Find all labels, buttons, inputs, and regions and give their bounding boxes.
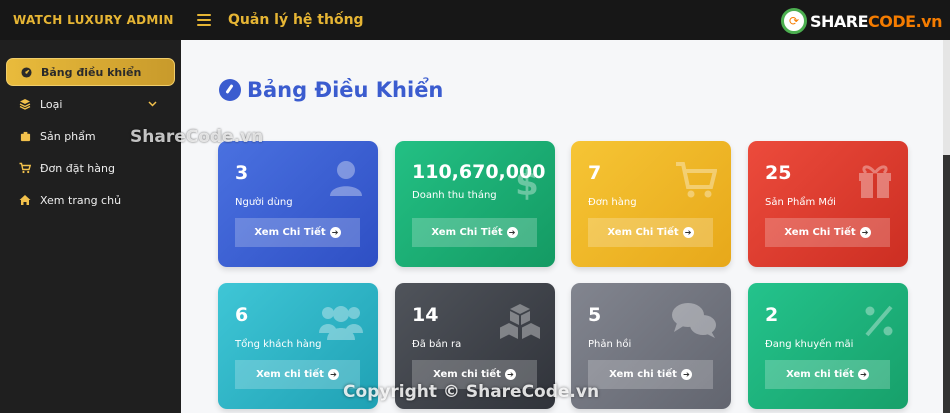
view-details-button[interactable]: Xem Chi Tiết ➔ <box>235 218 360 247</box>
layers-icon <box>19 98 31 110</box>
arrow-right-icon: ➔ <box>506 227 518 238</box>
watermark-text: ShareCode.vn <box>130 127 264 147</box>
menu-toggle-icon[interactable] <box>197 14 211 26</box>
header-title: Quản lý hệ thống <box>228 12 364 28</box>
arrow-right-icon: ➔ <box>857 369 869 380</box>
stat-label: Doanh thu tháng <box>412 190 497 201</box>
cart-icon <box>19 162 31 174</box>
gift-icon <box>859 165 891 198</box>
stat-label: Đang khuyến mãi <box>765 339 854 350</box>
users-icon <box>319 306 363 340</box>
view-details-button[interactable]: Xem chi tiết ➔ <box>765 360 890 389</box>
view-details-button[interactable]: Xem Chi Tiết ➔ <box>412 218 537 247</box>
svg-text:$: $ <box>515 164 539 201</box>
arrow-right-icon: ➔ <box>682 227 694 238</box>
arrow-right-icon: ➔ <box>680 369 692 380</box>
stat-card-orders: 7 Đơn hàng Xem Chi Tiết ➔ <box>571 141 731 267</box>
box-icon <box>19 130 31 142</box>
brand-title[interactable]: WATCH LUXURY ADMIN <box>0 0 181 40</box>
scrollbar[interactable] <box>943 40 950 413</box>
stat-label: Người dùng <box>235 197 293 208</box>
dashboard-gauge-icon <box>219 79 241 101</box>
comments-icon <box>672 303 716 338</box>
stat-card-revenue: 110,670,000 Doanh thu tháng $ Xem Chi Ti… <box>395 141 555 267</box>
stat-label: Đã bán ra <box>412 339 462 350</box>
sidebar-item-dashboard[interactable]: Bảng điều khiển <box>6 58 175 86</box>
stat-value: 7 <box>588 162 602 184</box>
top-bar: WATCH LUXURY ADMIN Quản lý hệ thống ⟳ SH… <box>0 0 950 40</box>
stat-value: 5 <box>588 304 602 326</box>
stat-value: 6 <box>235 304 249 326</box>
cart-icon <box>676 162 717 198</box>
arrow-right-icon: ➔ <box>859 227 871 238</box>
sidebar-item-home[interactable]: Xem trang chủ <box>6 186 175 214</box>
view-details-button[interactable]: Xem chi tiết ➔ <box>235 360 360 389</box>
arrow-right-icon: ➔ <box>327 369 339 380</box>
home-icon <box>19 194 31 206</box>
stat-label: Phản hồi <box>588 339 632 350</box>
page-title: Bảng Điều Khiển <box>219 78 443 102</box>
logo-mark-icon: ⟳ <box>781 8 807 34</box>
sidebar-item-orders[interactable]: Đơn đặt hàng <box>6 154 175 182</box>
page-title-text: Bảng Điều Khiển <box>247 78 444 102</box>
sidebar-item-category[interactable]: Loại <box>6 90 175 118</box>
view-details-button[interactable]: Xem chi tiết ➔ <box>588 360 713 389</box>
sidebar-item-label: Bảng điều khiển <box>41 65 142 79</box>
arrow-right-icon: ➔ <box>329 227 341 238</box>
percent-icon <box>865 305 893 337</box>
chevron-down-icon[interactable] <box>148 99 157 110</box>
stat-card-promotions: 2 Đang khuyến mãi Xem chi tiết ➔ <box>748 283 908 409</box>
sharecode-logo: ⟳ SHARECODE.vn <box>781 8 942 34</box>
stat-label: Đơn hàng <box>588 197 637 208</box>
dashboard-icon <box>20 66 32 78</box>
main-content: Bảng Điều Khiển 3 Người dùng Xem Chi Tiế… <box>181 40 943 413</box>
copyright-watermark: Copyright © ShareCode.vn <box>343 382 600 402</box>
logo-text: SHARECODE.vn <box>810 11 942 31</box>
view-details-button[interactable]: Xem Chi Tiết ➔ <box>588 218 713 247</box>
stat-value: 14 <box>412 304 439 326</box>
user-icon <box>330 161 362 196</box>
stat-card-users: 3 Người dùng Xem Chi Tiết ➔ <box>218 141 378 267</box>
stat-label: Sản Phẩm Mới <box>765 197 836 208</box>
view-details-button[interactable]: Xem Chi Tiết ➔ <box>765 218 890 247</box>
stat-label: Tổng khách hàng <box>235 339 322 350</box>
stat-value: 25 <box>765 162 792 184</box>
cubes-icon <box>500 304 540 339</box>
scrollbar-thumb[interactable] <box>943 155 950 413</box>
sidebar: Bảng điều khiển Loại Sản phẩm Đơn đặt hà… <box>0 40 181 413</box>
stat-value: 2 <box>765 304 779 326</box>
sidebar-item-label: Loại <box>40 97 63 111</box>
dollar-icon: $ <box>515 164 539 201</box>
arrow-right-icon: ➔ <box>504 369 516 380</box>
sidebar-item-label: Sản phẩm <box>40 129 96 143</box>
sidebar-item-label: Xem trang chủ <box>40 193 122 207</box>
stat-value: 3 <box>235 162 249 184</box>
sidebar-item-label: Đơn đặt hàng <box>40 161 115 175</box>
stat-card-new-products: 25 Sản Phẩm Mới Xem Chi Tiết ➔ <box>748 141 908 267</box>
